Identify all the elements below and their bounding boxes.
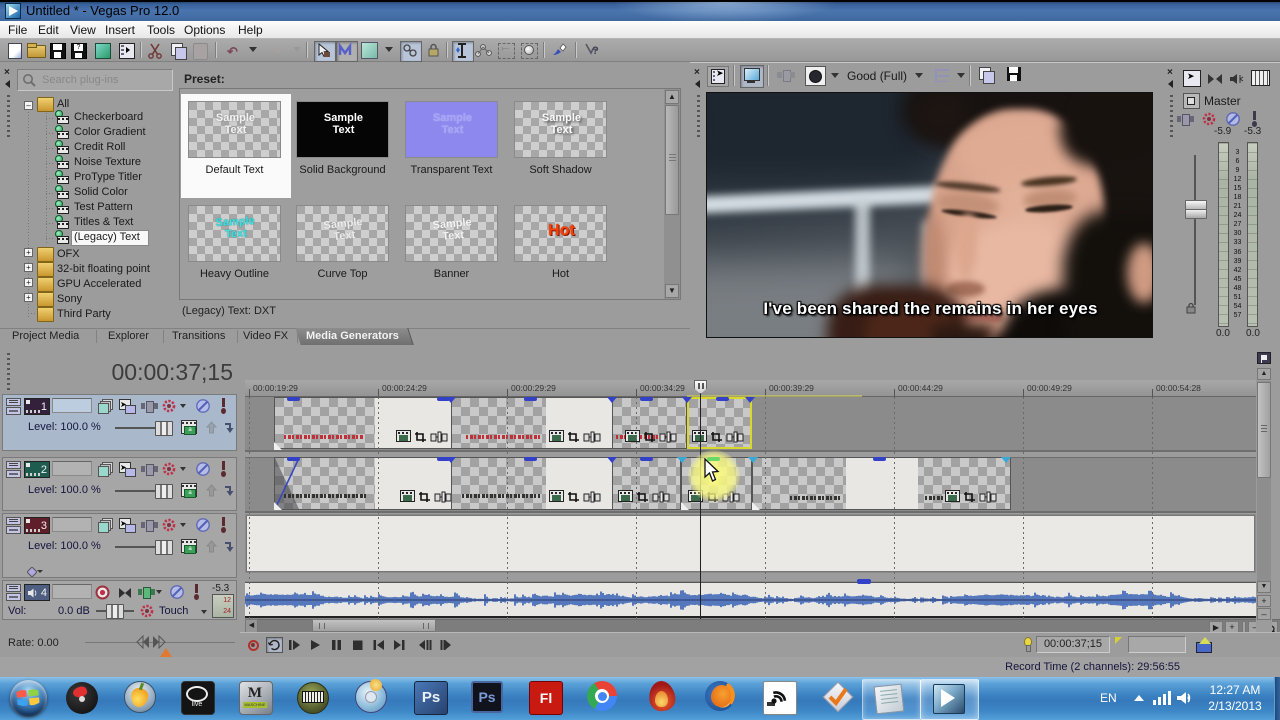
svg-text:?: ? (592, 45, 599, 57)
